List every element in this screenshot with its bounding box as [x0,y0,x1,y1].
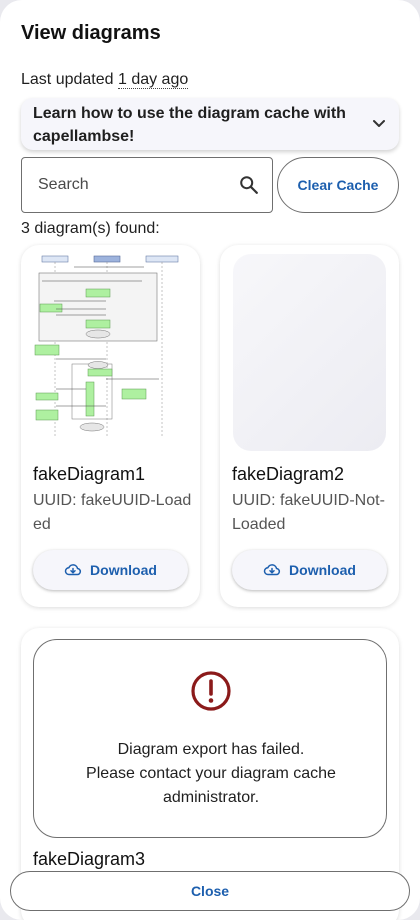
cloud-download-icon [263,564,281,576]
download-button[interactable]: Download [232,550,387,590]
error-message: Diagram export has failed. Please contac… [44,738,378,810]
accordion-label: Learn how to use the diagram cache with … [33,105,346,145]
close-button[interactable]: Close [10,871,410,911]
cloud-download-icon [64,564,82,576]
download-label: Download [289,562,356,578]
error-circle-icon [191,671,231,711]
diagram-count-text: 3 diagram(s) found: [21,220,160,237]
search-icon[interactable] [238,174,260,196]
download-button[interactable]: Download [33,550,188,590]
last-updated-relative-time[interactable]: 1 day ago [117,71,189,89]
error-line-2: Please contact your diagram cache admini… [86,765,336,806]
dialog-title: View diagrams [21,22,161,44]
last-updated-text: Last updated 1 day ago [21,71,189,89]
diagram-card-1[interactable]: fakeDiagram1 UUID: fakeUUID-Loaded Downl… [21,245,200,607]
search-input[interactable] [36,158,226,212]
error-line-1: Diagram export has failed. [117,741,305,758]
clear-cache-button[interactable]: Clear Cache [277,157,399,213]
view-diagrams-dialog: View diagrams Last updated 1 day ago Lea… [0,0,420,920]
diagram-uuid: UUID: fakeUUID-Not-Loaded [232,492,385,533]
download-label: Download [90,562,157,578]
search-field [21,157,273,213]
diagram-name: fakeDiagram3 [33,849,146,869]
last-updated-prefix: Last updated [21,71,118,88]
chevron-down-icon [373,120,385,127]
thumbnail-loading-placeholder [233,254,386,451]
diagram-name: fakeDiagram1 [33,464,146,484]
diagram-thumbnail[interactable] [34,253,187,451]
diagram-card-2[interactable]: fakeDiagram2 UUID: fakeUUID-Not-Loaded D… [220,245,399,607]
diagram-uuid: UUID: fakeUUID-Loaded [33,492,192,533]
capellambse-help-accordion[interactable]: Learn how to use the diagram cache with … [21,98,399,150]
diagram-name: fakeDiagram2 [232,464,345,484]
export-error-panel: Diagram export has failed. Please contac… [33,639,387,838]
